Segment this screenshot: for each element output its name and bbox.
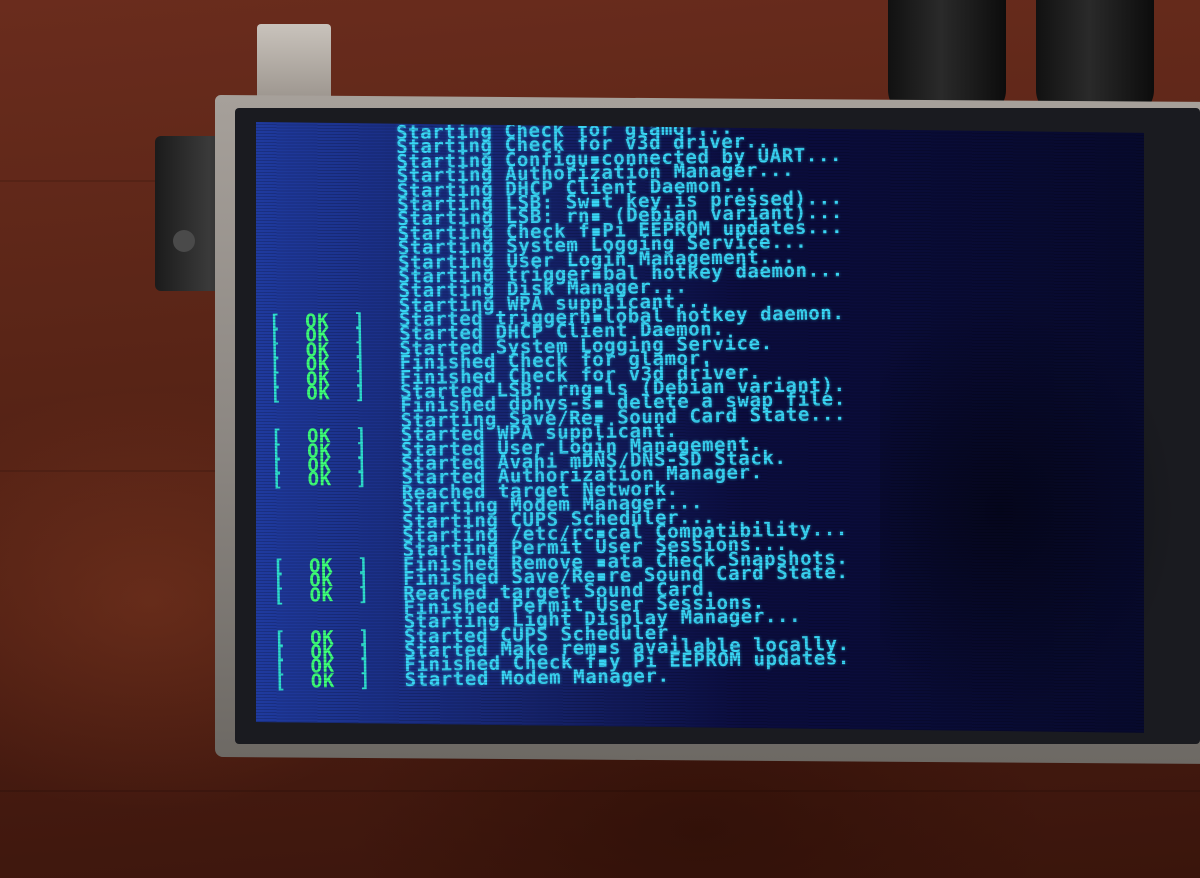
wood-grain bbox=[0, 790, 1200, 792]
status-badge: [ OK ] bbox=[274, 669, 372, 693]
protective-film-tab bbox=[257, 24, 331, 102]
connector-icon bbox=[173, 230, 195, 252]
log-message: Started Modem Manager. bbox=[404, 664, 670, 691]
screen-reflection bbox=[880, 290, 1180, 730]
status-ok: OK bbox=[310, 669, 336, 693]
boot-log: Starting Check for glamor... Starting Che… bbox=[266, 122, 850, 693]
